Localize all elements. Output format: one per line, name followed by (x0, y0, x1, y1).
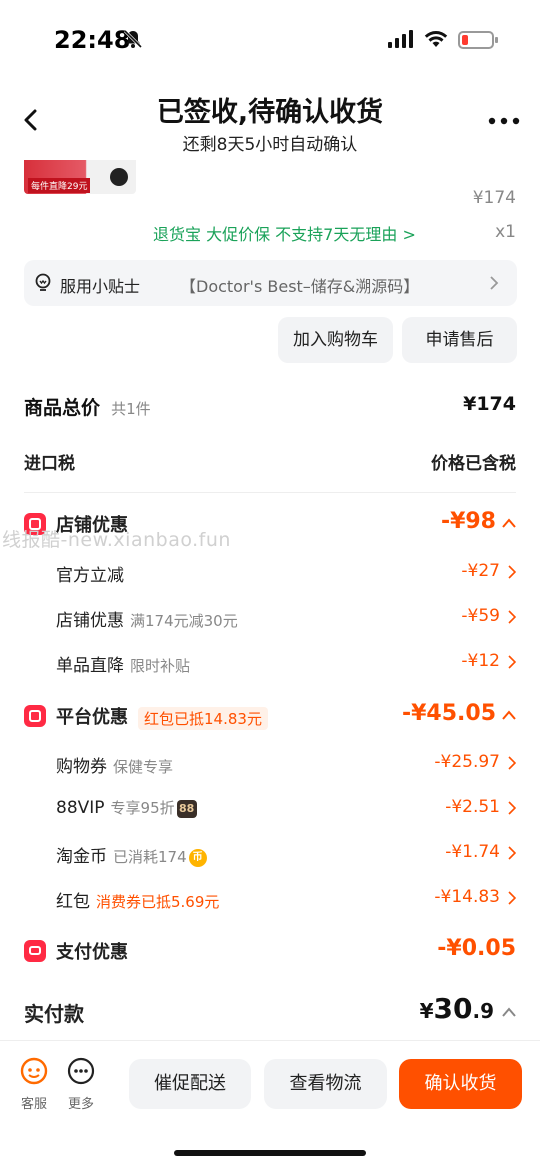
tip-label: 服用小贴士 (60, 277, 141, 296)
total-price-row: 商品总价 共1件 ¥174 (24, 393, 516, 423)
paid-decimal: .9 (472, 999, 494, 1023)
add-to-cart-button[interactable]: 加入购物车 (278, 317, 393, 363)
chevron-right-icon (508, 846, 516, 860)
platform-discount-icon (24, 705, 46, 727)
paid-amount-row[interactable]: 实付款 ¥30.9 (24, 992, 516, 1034)
discount-item-row[interactable]: 88VIP 专享95折 88 -¥2.51 (56, 797, 516, 818)
customer-service-label: 客服 (20, 1097, 47, 1112)
wifi-icon (424, 31, 448, 47)
more-button[interactable]: 更多 (61, 1057, 101, 1112)
usage-tip-banner[interactable]: 服用小贴士 【Doctor's Best–储存&溯源码】 (24, 260, 517, 306)
view-logistics-button[interactable]: 查看物流 (264, 1059, 387, 1109)
auto-confirm-countdown: 还剩8天5小时自动确认 (182, 135, 358, 155)
mute-bell-icon (123, 29, 143, 49)
paid-integer: 30 (433, 992, 473, 1025)
discount-item-label: 店铺优惠 (56, 611, 124, 631)
nav-bar: 已签收,待确认收货 还剩8天5小时自动确认 (0, 80, 540, 160)
more-options-icon[interactable] (488, 116, 520, 126)
discount-item-value: -¥2.51 (445, 797, 500, 817)
cellular-signal-icon (388, 30, 413, 48)
discount-item-note: 保健专享 (113, 758, 174, 776)
discount-item-label: 购物券 (56, 757, 107, 777)
customer-service-icon (20, 1057, 48, 1085)
after-sale-button[interactable]: 申请售后 (402, 317, 517, 363)
more-label: 更多 (67, 1097, 94, 1112)
discount-item-value: -¥25.97 (434, 752, 500, 772)
chevron-right-icon (508, 610, 516, 624)
watermark-text: 线报酷-new.xianbao.fun (2, 529, 231, 551)
chevron-right-icon (508, 756, 516, 770)
product-services[interactable]: 退货宝 大促价保 不支持7天无理由 > (153, 221, 416, 245)
tax-label: 进口税 (24, 454, 75, 474)
tax-row: 进口税 价格已含税 (24, 449, 516, 479)
discount-item-note: 限时补贴 (130, 657, 191, 675)
battery-icon (458, 31, 498, 49)
payment-discount-icon (24, 940, 46, 962)
discount-item-label: 淘金币 (56, 847, 107, 867)
gold-coin-icon: 币 (188, 848, 207, 867)
discount-item-row[interactable]: 购物券 保健专享 -¥25.97 (56, 752, 516, 777)
status-time: 22:48 (54, 26, 131, 54)
discount-item-value: -¥14.83 (434, 887, 500, 907)
discount-item-value: -¥1.74 (445, 842, 500, 862)
chevron-right-icon (508, 655, 516, 669)
confirm-receipt-button[interactable]: 确认收货 (399, 1059, 522, 1109)
discount-item-row[interactable]: 红包 消费券已抵5.69元 -¥14.83 (56, 887, 516, 912)
discount-item-row[interactable]: 淘金币 已消耗174 币 -¥1.74 (56, 842, 516, 867)
urge-delivery-button[interactable]: 催促配送 (129, 1059, 251, 1109)
total-count: 共1件 (111, 400, 151, 418)
platform-discount-label: 平台优惠 (56, 707, 128, 728)
home-indicator (174, 1150, 366, 1156)
discount-item-note: 专享95折 (110, 799, 175, 817)
customer-service-button[interactable]: 客服 (14, 1057, 54, 1112)
discount-item-note: 满174元减30元 (130, 612, 238, 630)
payment-discount-label: 支付优惠 (56, 942, 128, 963)
payment-discount-value: -¥0.05 (437, 936, 516, 961)
red-packet-pill: 红包已抵14.83元 (138, 707, 268, 730)
product-image-graphic (110, 168, 128, 186)
payment-discount-row: 支付优惠 -¥0.05 (56, 936, 516, 968)
product-price: ¥174 (472, 188, 516, 208)
tax-value: 价格已含税 (431, 454, 516, 474)
chevron-right-icon (508, 891, 516, 905)
discount-item-row[interactable]: 店铺优惠 满174元减30元 -¥59 (56, 606, 516, 631)
paid-currency: ¥ (419, 999, 434, 1023)
discount-item-row[interactable]: 单品直降 限时补贴 -¥12 (56, 651, 516, 676)
discount-item-row[interactable]: 官方立减 -¥27 (56, 561, 516, 586)
discount-item-label: 红包 (56, 892, 90, 912)
discount-item-note: 已消耗174 (113, 848, 187, 866)
chevron-up-icon[interactable] (502, 1007, 516, 1017)
product-image-tag: 每件直降29元 (28, 178, 91, 193)
platform-discount-header[interactable]: 平台优惠 红包已抵14.83元 -¥45.05 (56, 701, 516, 733)
chevron-right-icon (490, 276, 499, 290)
product-thumbnail[interactable]: 每件直降29元 (24, 160, 136, 194)
chevron-up-icon (502, 518, 516, 528)
vip-88-badge-icon: 88 (176, 799, 197, 818)
product-name-clipped[interactable] (150, 160, 490, 170)
status-bar: 22:48 (0, 0, 540, 80)
discount-item-note: 消费券已抵5.69元 (96, 893, 220, 911)
chevron-right-icon (508, 565, 516, 579)
lightbulb-icon (35, 273, 51, 291)
more-icon (67, 1057, 95, 1085)
total-value: ¥174 (463, 393, 516, 415)
chevron-right-icon (508, 801, 516, 815)
divider (24, 492, 516, 493)
chevron-up-icon (502, 710, 516, 720)
discount-item-label: 单品直降 (56, 656, 124, 676)
discount-item-label: 88VIP (56, 798, 105, 818)
discount-item-label: 官方立减 (56, 566, 124, 586)
platform-discount-value: -¥45.05 (401, 701, 496, 726)
page-title: 已签收,待确认收货 (156, 97, 384, 128)
tip-content: 【Doctor's Best–储存&溯源码】 (180, 277, 420, 296)
total-label: 商品总价 (24, 397, 101, 419)
paid-label: 实付款 (24, 1002, 84, 1026)
product-quantity: x1 (495, 222, 516, 242)
